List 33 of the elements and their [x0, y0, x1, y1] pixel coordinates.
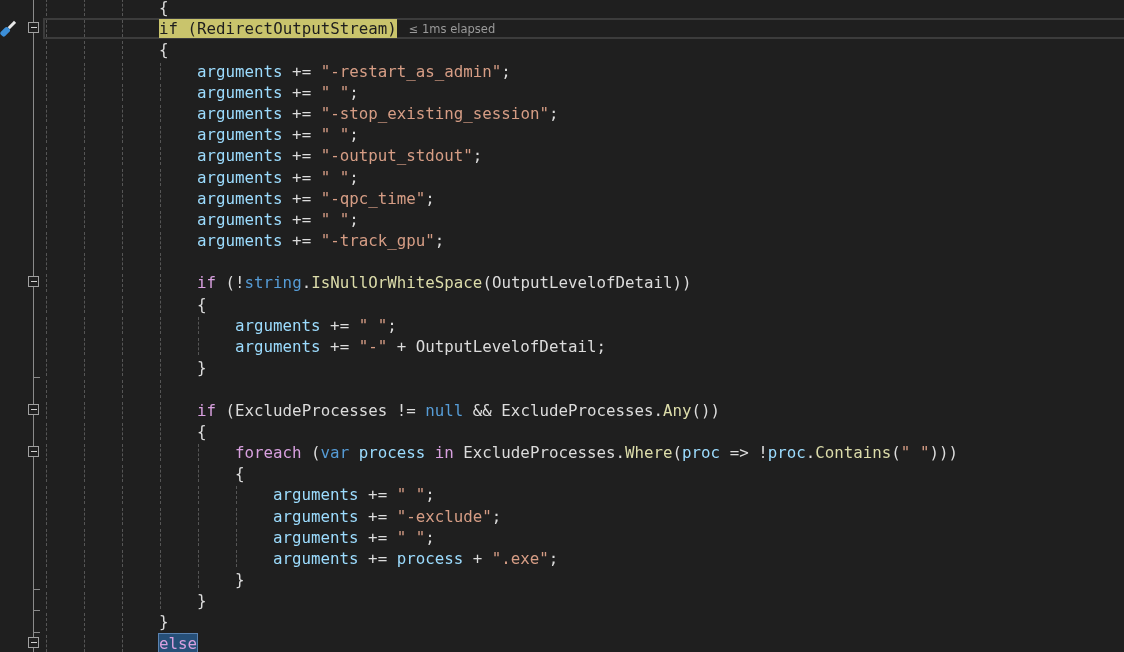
code-line: arguments += " ";	[197, 168, 359, 186]
collapse-icon[interactable]	[28, 22, 39, 34]
collapse-icon[interactable]	[28, 445, 39, 457]
code-line: {	[197, 295, 207, 313]
perf-tip: ≤ 1ms elapsed	[408, 21, 496, 36]
collapse-icon[interactable]	[28, 276, 39, 288]
code-line: arguments += "-exclude";	[273, 507, 502, 525]
collapse-icon[interactable]	[28, 636, 39, 648]
code-line: arguments += " ";	[197, 126, 359, 144]
code-line: arguments += process + ".exe";	[273, 549, 559, 568]
code-line: }	[197, 592, 207, 610]
code-line: if (!string.IsNullOrWhiteSpace(OutputLevelofDetail))	[197, 274, 692, 292]
code-line: arguments += " ";	[273, 528, 435, 546]
code-line: arguments += "-output_stdout";	[197, 147, 483, 165]
code-line: {	[235, 465, 245, 483]
code-line: arguments += " ";	[197, 83, 359, 101]
code-line: arguments += " ";	[273, 486, 435, 504]
code-line: arguments += "-restart_as_admin";	[197, 62, 511, 80]
code-line: arguments += "-" + OutputLevelofDetail;	[235, 338, 606, 356]
code-line: foreach (var process in ExcludeProcesses.Where(proc => !proc.Contains(" ")))	[235, 443, 958, 462]
code-line: if (ExcludeProcesses != null && ExcludeProcesses.Any())	[197, 401, 721, 419]
collapse-icon[interactable]	[28, 403, 39, 415]
code-line: {	[159, 0, 169, 17]
code-line: arguments += " ";	[197, 210, 359, 229]
code-line: }	[159, 613, 169, 631]
code-line: {	[159, 41, 169, 59]
code-line: arguments += "-stop_existing_session";	[197, 104, 559, 123]
code-line: {	[197, 422, 207, 440]
code-line: arguments += "-track_gpu";	[197, 232, 445, 250]
code-line: arguments += " ";	[235, 316, 397, 334]
code-line: }	[197, 359, 207, 377]
code-line: arguments += "-qpc_time";	[197, 189, 435, 207]
code-line: }	[235, 571, 245, 589]
